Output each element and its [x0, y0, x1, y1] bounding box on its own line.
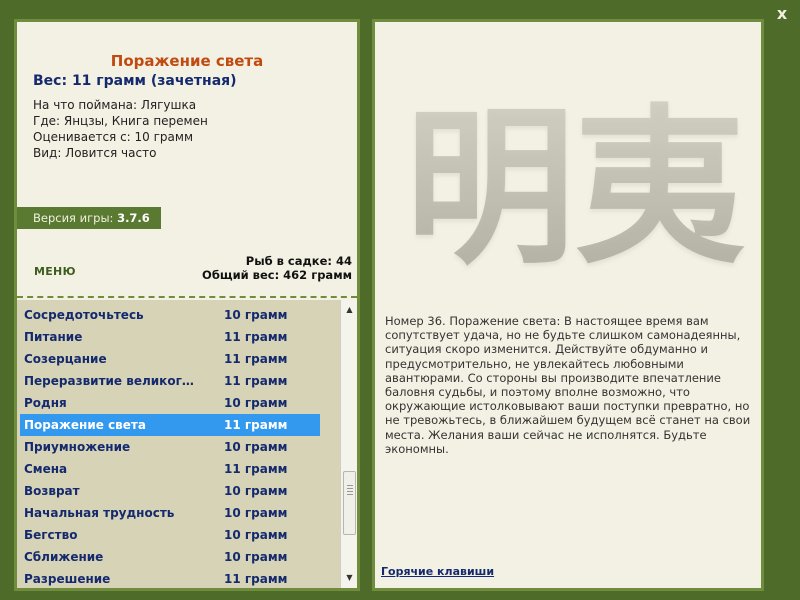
list-item-name: Сближение — [24, 550, 104, 564]
total-weight: Общий вес: 462 грамм — [202, 268, 352, 282]
fish-kind: Вид: Ловится часто — [33, 146, 157, 160]
list-item[interactable]: Питание 11 грамм — [20, 326, 320, 348]
list-item-weight: 11 грамм — [224, 462, 288, 476]
hexagram-glyph-image: 明夷 明夷 — [405, 90, 745, 282]
fish-weight: Вес: 11 грамм (зачетная) — [33, 73, 237, 89]
list-item-weight: 11 грамм — [224, 418, 288, 432]
list-item[interactable]: Возврат 10 грамм — [20, 480, 320, 502]
scrollbar[interactable]: ▲ ▼ — [340, 300, 357, 588]
list-item-name: Разрешение — [24, 572, 111, 586]
fish-count: Рыб в садке: 44 — [245, 254, 352, 268]
list-item-name: Возврат — [24, 484, 80, 498]
list-item-weight: 11 грамм — [224, 374, 288, 388]
fish-info-section: Поражение света Вес: 11 грамм (зачетная)… — [17, 22, 357, 298]
fish-title: Поражение света — [110, 52, 264, 70]
list-item[interactable]: Сближение 10 грамм — [20, 546, 320, 568]
list-item[interactable]: Разрешение 11 грамм — [20, 568, 320, 588]
list-item-weight: 10 грамм — [224, 484, 288, 498]
list-item-name: Переразвитие великог… — [24, 374, 194, 388]
list-item-weight: 10 грамм — [224, 550, 288, 564]
hexagram-glyph-text: 明夷 — [405, 90, 745, 282]
list-item-name: Питание — [24, 330, 83, 344]
fish-bait: На что поймана: Лягушка — [33, 98, 197, 112]
list-item-name: Созерцание — [24, 352, 107, 366]
list-item-weight: 10 грамм — [224, 440, 288, 454]
version-label: Версия игры: — [33, 211, 114, 225]
hexagram-panel: 明夷 明夷 Номер 36. Поражение света: В насто… — [372, 19, 764, 591]
list-item-weight: 10 грамм — [224, 528, 288, 542]
list-item-name: Бегство — [24, 528, 78, 542]
list-item[interactable]: Начальная трудность 10 грамм — [20, 502, 320, 524]
fish-location: Где: Янцзы, Книга перемен — [33, 114, 208, 128]
scroll-down-arrow-icon[interactable]: ▼ — [341, 570, 357, 586]
list-item-weight: 11 грамм — [224, 572, 288, 586]
list-item-name: Поражение света — [24, 418, 146, 432]
close-button[interactable]: x — [774, 6, 790, 22]
list-item-name: Родня — [24, 396, 67, 410]
list-item[interactable]: Созерцание 11 грамм — [20, 348, 320, 370]
version-value: 3.7.6 — [117, 211, 150, 225]
list-item-weight: 10 грамм — [224, 506, 288, 520]
list-item-weight: 11 грамм — [224, 352, 288, 366]
scroll-up-arrow-icon[interactable]: ▲ — [341, 302, 357, 318]
fish-valued-from: Оценивается с: 10 грамм — [33, 130, 193, 144]
menu-button[interactable]: МЕНЮ — [34, 265, 76, 278]
hotkeys-link[interactable]: Горячие клавиши — [381, 565, 494, 578]
list-item-name: Сосредоточьтесь — [24, 308, 144, 322]
list-item[interactable]: Смена 11 грамм — [20, 458, 320, 480]
fish-info: На что поймана: Лягушка Где: Янцзы, Книг… — [33, 97, 208, 161]
list-item[interactable]: Бегство 10 грамм — [20, 524, 320, 546]
list-item[interactable]: Родня 10 грамм — [20, 392, 320, 414]
list-item-weight: 11 грамм — [224, 330, 288, 344]
list-item-name: Приумножение — [24, 440, 131, 454]
list-item-weight: 10 грамм — [224, 396, 288, 410]
list-item[interactable]: Переразвитие великог… 11 грамм — [20, 370, 320, 392]
list-item[interactable]: Поражение света 11 грамм — [20, 414, 320, 436]
version-bar: Версия игры: 3.7.6 — [17, 207, 161, 229]
list-item[interactable]: Приумножение 10 грамм — [20, 436, 320, 458]
divider — [17, 296, 357, 298]
list-item-name: Начальная трудность — [24, 506, 175, 520]
catch-stats: Рыб в садке: 44 Общий вес: 462 грамм — [202, 254, 352, 282]
scroll-thumb[interactable] — [343, 470, 356, 535]
list-item-name: Смена — [24, 462, 68, 476]
catch-list: Сосредоточьтесь 10 грамм Питание 11 грамм Со… — [17, 300, 357, 588]
hexagram-description: Номер 36. Поражение света: В настоящее в… — [385, 314, 751, 456]
list-item[interactable]: Сосредоточьтесь 10 грамм — [20, 304, 320, 326]
fish-details-panel: Поражение света Вес: 11 грамм (зачетная)… — [14, 19, 360, 591]
list-item-weight: 10 грамм — [224, 308, 288, 322]
